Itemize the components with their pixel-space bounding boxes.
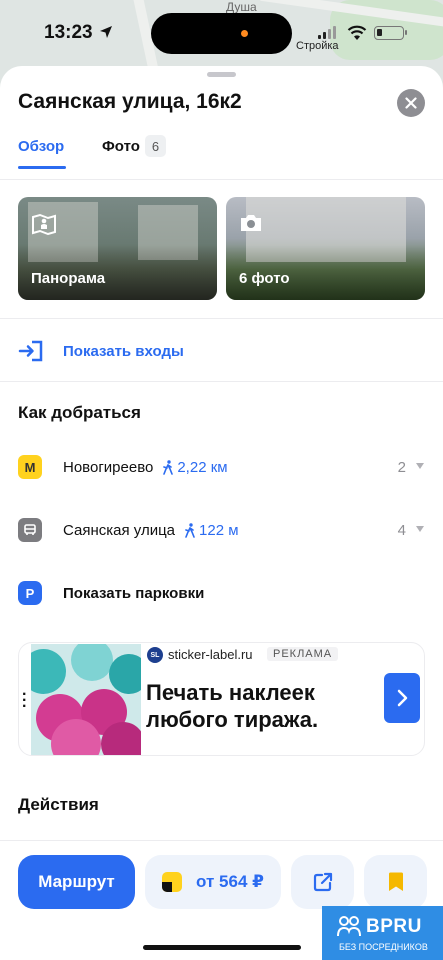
people-icon (337, 916, 361, 937)
taxi-price: от 564 ₽ (196, 872, 264, 891)
ad-image (31, 644, 141, 755)
share-icon (313, 872, 332, 892)
advertiser-logo: SL (147, 647, 163, 663)
status-time: 13:23 (44, 22, 93, 43)
ad-open-button[interactable] (384, 673, 420, 723)
show-entrances-button[interactable]: Показать входы (18, 336, 184, 366)
metro-station-name: Новогиреево (63, 458, 154, 476)
routes-count: 2 (397, 458, 406, 476)
ad-headline: Печать наклеек любого тиража. (146, 680, 319, 732)
directions-title: Как добраться (18, 403, 141, 422)
location-arrow-icon (100, 26, 112, 38)
routes-count: 4 (397, 521, 406, 539)
parking-icon: P (18, 581, 42, 605)
show-entrances-label: Показать входы (63, 342, 184, 360)
route-button[interactable]: Маршрут (18, 855, 135, 909)
wifi-icon (347, 25, 367, 40)
chevron-down-icon[interactable] (416, 463, 424, 469)
taxi-icon (162, 872, 183, 892)
place-title: Саянская улица, 16к2 (18, 90, 242, 113)
divider (0, 318, 443, 319)
bookmark-icon (388, 872, 403, 891)
entrance-icon (18, 340, 43, 362)
bus-stop-distance: 122 м (199, 521, 239, 539)
battery-icon (374, 26, 407, 40)
status-bar: 13:23 Стройка (0, 0, 443, 62)
ad-label: РЕКЛАМА (267, 647, 339, 661)
metro-station-row[interactable]: М Новогиреево 2,22 км 2 (18, 452, 428, 482)
panorama-icon (32, 213, 56, 235)
photos-label: 6 фото (239, 270, 290, 287)
photos-count-badge: 6 (145, 135, 166, 157)
dynamic-island (151, 13, 292, 54)
show-parking-label: Показать парковки (63, 584, 205, 602)
tab-overview[interactable]: Обзор (18, 138, 64, 155)
watermark-subtitle: БЕЗ ПОСРЕДНИКОВ (339, 942, 428, 952)
share-button[interactable] (291, 855, 354, 909)
walking-icon (163, 459, 174, 475)
camera-icon (241, 215, 261, 231)
photos-card[interactable]: 6 фото (226, 197, 425, 300)
watermark-badge: BPRU БЕЗ ПОСРЕДНИКОВ (322, 906, 443, 960)
chevron-right-icon (397, 689, 408, 707)
more-options-icon[interactable]: · · · (22, 687, 27, 715)
walking-icon (185, 522, 195, 538)
cellular-signal-icon (318, 26, 336, 39)
metro-distance: 2,22 км (177, 458, 228, 476)
place-card-sheet: Саянская улица, 16к2 Обзор Фото 6 Панора… (0, 66, 443, 960)
divider (0, 179, 443, 180)
panorama-label: Панорама (31, 270, 106, 287)
privacy-indicator-icon (241, 30, 248, 37)
walk-distance: 2,22 км (162, 458, 228, 476)
close-button[interactable] (397, 89, 425, 117)
actions-title: Действия (18, 795, 99, 814)
carrier-label: Стройка (296, 40, 339, 52)
tab-photos[interactable]: Фото (102, 138, 140, 155)
close-icon (405, 97, 417, 109)
home-indicator[interactable] (143, 945, 301, 950)
watermark-title: BPRU (366, 916, 422, 937)
metro-icon: М (18, 455, 42, 479)
bus-stop-row[interactable]: Саянская улица 122 м 4 (18, 515, 428, 545)
active-tab-indicator (18, 166, 66, 169)
walk-distance: 122 м (184, 522, 239, 539)
ad-banner[interactable]: · · · SL sticker-label.ru РЕКЛАМА Печать н… (18, 642, 425, 756)
bus-stop-icon (18, 518, 42, 542)
sheet-grabber[interactable] (207, 72, 236, 77)
advertiser-domain: sticker-label.ru (168, 647, 253, 662)
show-parking-button[interactable]: P Показать парковки (18, 578, 428, 608)
tab-bar: Обзор Фото 6 (18, 135, 438, 174)
bookmark-button[interactable] (364, 855, 427, 909)
panorama-card[interactable]: Панорама (18, 197, 217, 300)
taxi-button[interactable]: от 564 ₽ (145, 855, 281, 909)
bus-stop-name: Саянская улица (63, 521, 176, 539)
divider (0, 381, 443, 382)
chevron-down-icon[interactable] (416, 526, 424, 532)
